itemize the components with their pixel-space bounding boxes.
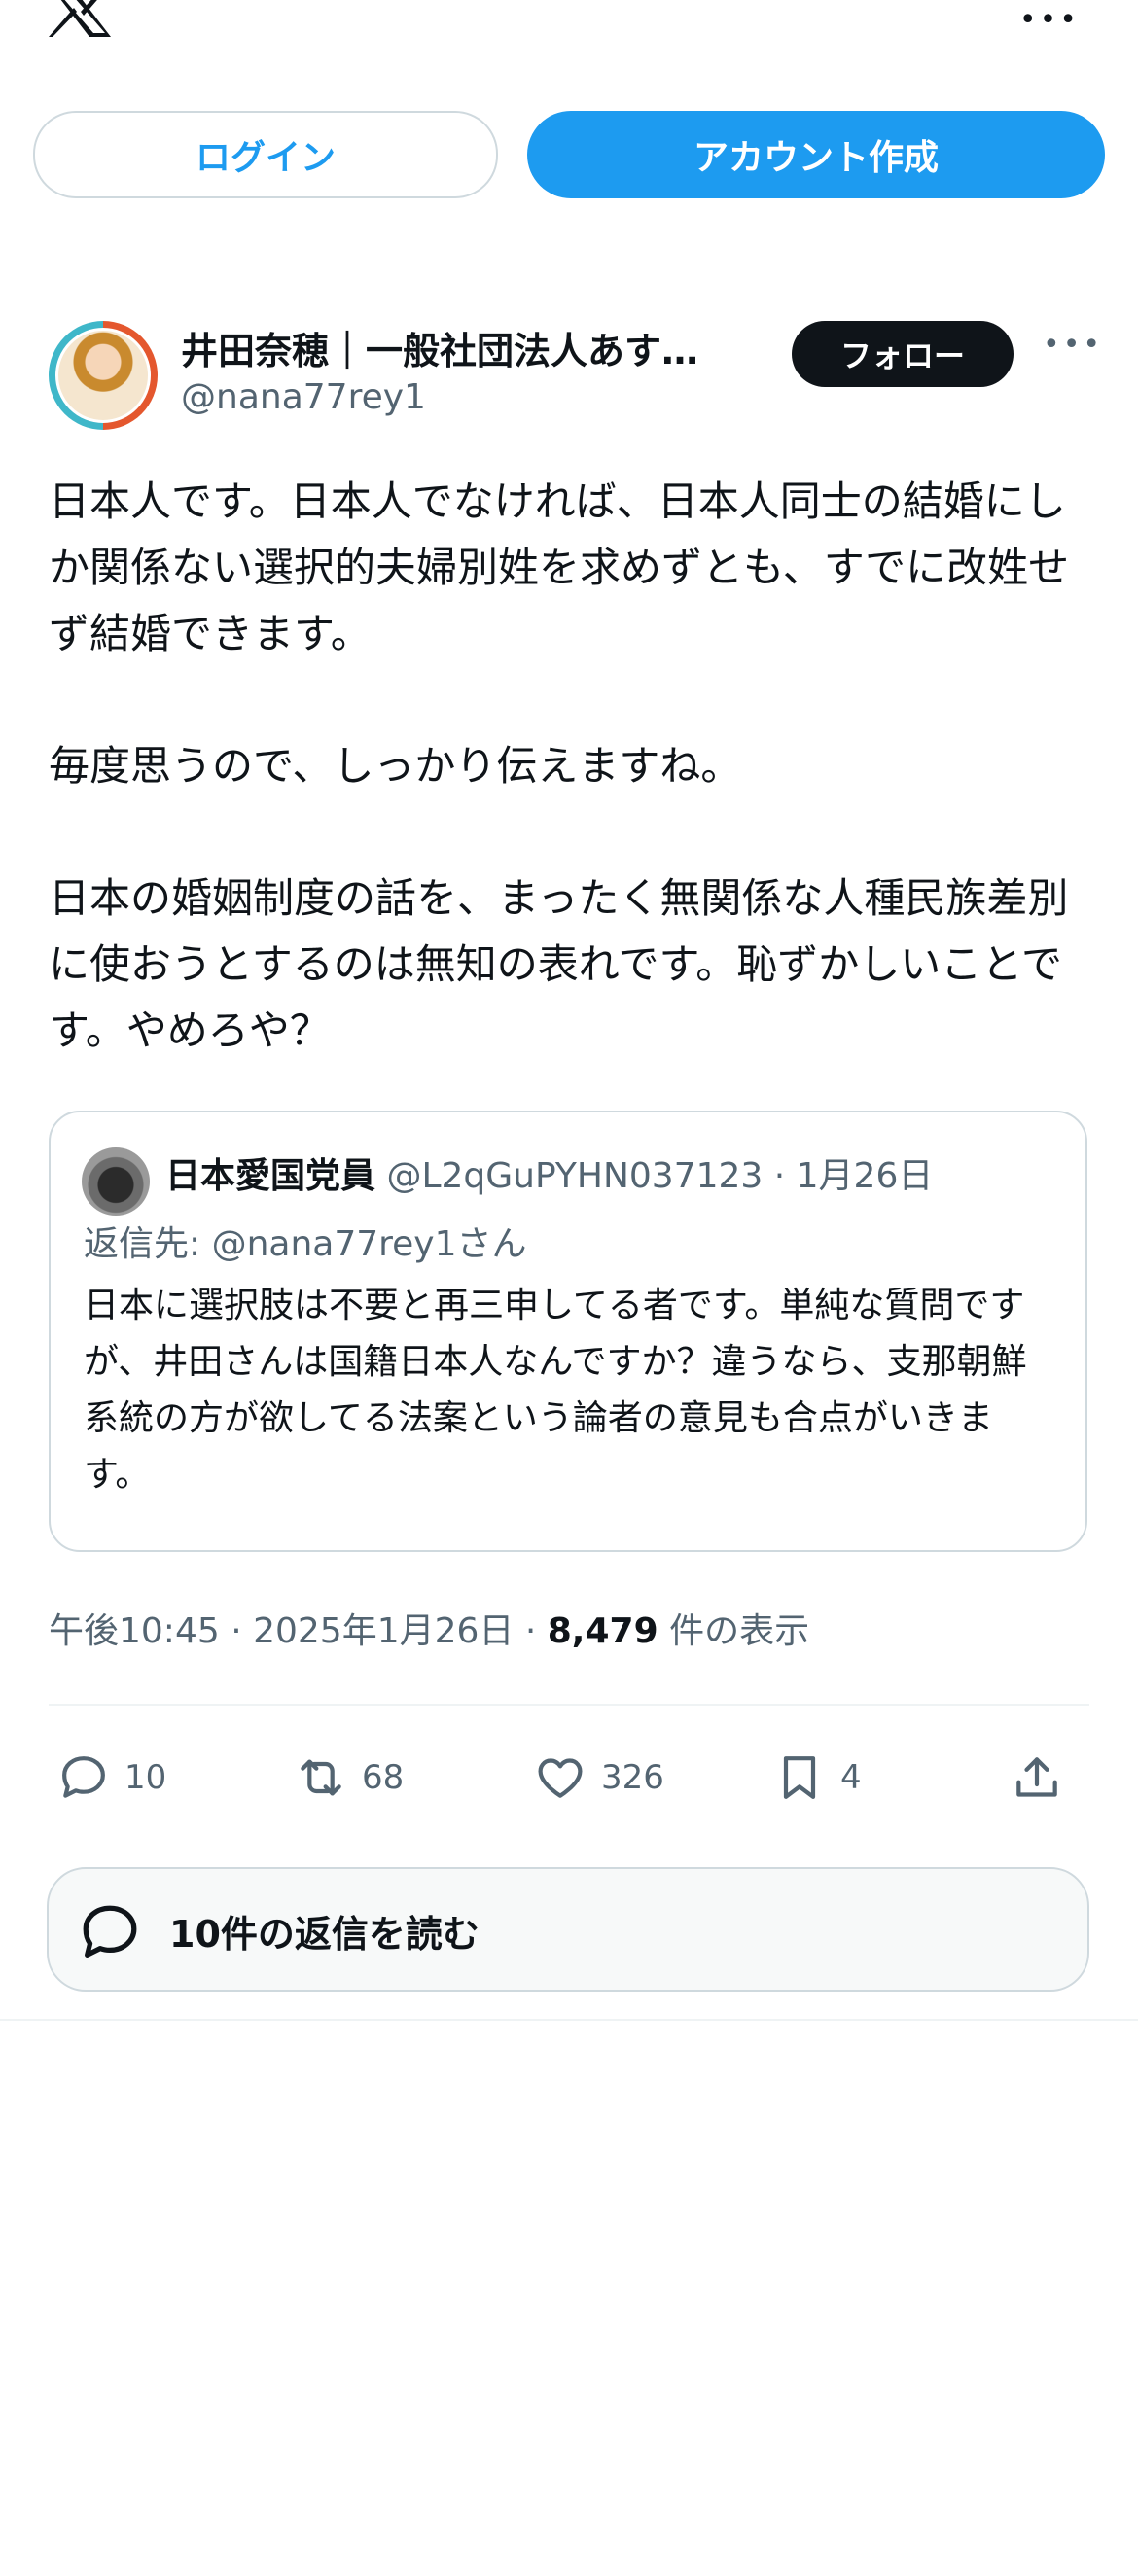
bookmark-icon xyxy=(783,1756,816,1799)
quoted-author-name: 日本愛国党員 xyxy=(165,1156,376,1196)
reply-count: 10 xyxy=(124,1758,167,1797)
more-options-icon[interactable]: ••• xyxy=(1019,6,1080,35)
auth-buttons: ログイン アカウント作成 xyxy=(33,111,1105,198)
bottom-divider xyxy=(0,2019,1138,2021)
author-handle[interactable]: @nana77rey1 xyxy=(181,377,426,417)
view-label: 件の表示 xyxy=(658,1611,810,1651)
bookmark-count: 4 xyxy=(840,1758,862,1797)
author-avatar-image xyxy=(55,328,151,423)
repost-icon xyxy=(301,1759,341,1796)
like-button[interactable]: 326 xyxy=(533,1747,664,1809)
author-avatar[interactable] xyxy=(49,321,158,430)
author-name[interactable]: 井田奈穂｜一般社団法人あす… xyxy=(181,321,803,374)
read-replies-label: 10件の返信を読む xyxy=(169,1913,480,1956)
reply-button[interactable]: 10 xyxy=(56,1747,166,1809)
quoted-header: 日本愛国党員 @L2qGuPYHN037123 · 1月26日 xyxy=(165,1147,933,1198)
post-header: 井田奈穂｜一般社団法人あす… @nana77rey1 フォロー ••• xyxy=(49,321,1100,438)
read-replies-button[interactable]: 10件の返信を読む xyxy=(47,1867,1089,1992)
like-count: 326 xyxy=(601,1758,664,1797)
heart-icon xyxy=(538,1758,583,1798)
repost-button[interactable]: 68 xyxy=(294,1747,404,1809)
quoted-author-avatar xyxy=(82,1147,150,1216)
share-icon xyxy=(1016,1757,1057,1797)
share-button[interactable] xyxy=(1010,1747,1078,1809)
post-meta: 午後10:45 · 2025年1月26日 · 8,479 件の表示 xyxy=(49,1603,809,1653)
bookmark-button[interactable]: 4 xyxy=(772,1747,862,1809)
quoted-author-meta: @L2qGuPYHN037123 · 1月26日 xyxy=(375,1156,934,1196)
action-bar: 10 68 326 4 xyxy=(49,1747,1089,1809)
view-count: 8,479 xyxy=(547,1611,658,1651)
post-more-icon[interactable]: ••• xyxy=(1043,331,1103,360)
x-logo-icon[interactable] xyxy=(49,0,113,37)
quoted-reply-to: 返信先: @nana77rey1さん xyxy=(84,1224,527,1264)
post-text: 日本人です。日本人でなければ、日本人同士の結婚にしか関係ない選択的夫婦別姓を求め… xyxy=(49,477,1070,1054)
reply-icon xyxy=(62,1756,105,1798)
follow-button[interactable]: フォロー xyxy=(792,321,1014,387)
post-time[interactable]: 午後10:45 · 2025年1月26日 · xyxy=(49,1611,548,1651)
repost-count: 68 xyxy=(362,1758,405,1797)
divider xyxy=(49,1704,1089,1706)
login-button[interactable]: ログイン xyxy=(33,111,498,198)
replies-bubble-icon xyxy=(83,1905,137,1958)
quoted-post[interactable]: 日本愛国党員 @L2qGuPYHN037123 · 1月26日 返信先: @na… xyxy=(49,1111,1087,1552)
signup-button[interactable]: アカウント作成 xyxy=(527,111,1105,198)
top-bar: ••• xyxy=(0,0,1138,58)
quoted-text: 日本に選択肢は不要と再三申してる者です。単純な質問ですが、井田さんは国籍日本人な… xyxy=(84,1286,1027,1495)
